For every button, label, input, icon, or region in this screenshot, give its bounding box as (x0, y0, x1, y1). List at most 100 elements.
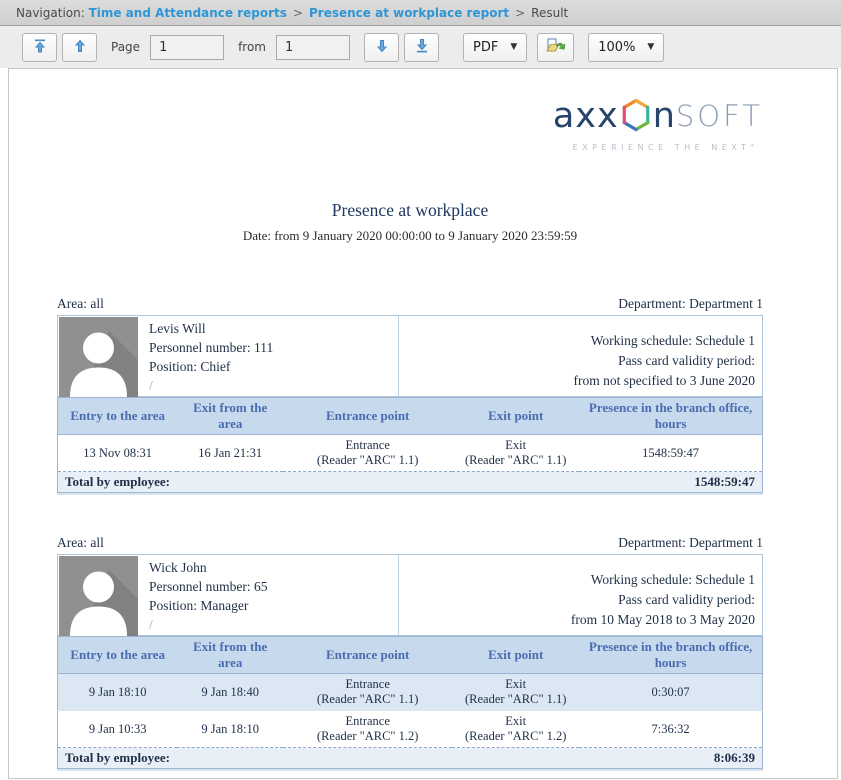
total-value: 1548:59:47 (579, 472, 762, 493)
section-header-row: Area: all Department: Department 1 (57, 535, 763, 551)
table-row: 13 Nov 08:31 16 Jan 21:31 Entrance(Reade… (58, 435, 763, 472)
column-header: Presence in the branch office, hours (579, 398, 762, 435)
column-header: Exit from the area (177, 398, 283, 435)
next-page-button[interactable] (364, 33, 399, 62)
schedule-line: Working schedule: Schedule 1 (591, 331, 755, 351)
entry-time-cell: 13 Nov 08:31 (58, 435, 178, 472)
column-header: Presence in the branch office, hours (579, 637, 762, 674)
table-header-row: Entry to the areaExit from the areaEntra… (58, 398, 763, 435)
total-label: Total by employee: (58, 748, 580, 769)
employee-position: Position: Chief (149, 357, 398, 376)
column-header: Entrance point (283, 637, 452, 674)
report-page: axx n SOFT EXPERIENCE THE NEXT° Presence… (9, 69, 837, 769)
exit-time-cell: 9 Jan 18:10 (177, 711, 283, 748)
exit-time-cell: 9 Jan 18:40 (177, 674, 283, 711)
arrow-up-icon (72, 38, 88, 57)
employee-info-box: Levis Will Personnel number: 111 Positio… (57, 315, 763, 397)
report-title: Presence at workplace (57, 200, 763, 221)
schedule-line: Pass card validity period: (618, 590, 755, 610)
avatar (58, 555, 139, 635)
page-label: Page (111, 40, 140, 54)
caret-down-icon: ▼ (510, 42, 517, 52)
employee-extra: / (149, 615, 398, 634)
employee-schedule: Working schedule: Schedule 1Pass card va… (399, 555, 762, 635)
schedule-line: from not specified to 3 June 2020 (574, 371, 755, 391)
employee-name: Levis Will (149, 319, 398, 338)
employee-extra: / (149, 376, 398, 395)
page-input[interactable] (150, 35, 224, 60)
breadcrumb-link-presence-report[interactable]: Presence at workplace report (309, 6, 509, 20)
zoom-value: 100% (598, 40, 635, 55)
total-row: Total by employee: 1548:59:47 (58, 472, 763, 493)
employee-section: Area: all Department: Department 1 Levis… (57, 296, 763, 493)
column-header: Exit point (452, 637, 579, 674)
schedule-line: from 10 May 2018 to 3 May 2020 (571, 610, 755, 630)
exit-point-cell: Exit(Reader "ARC" 1.1) (452, 674, 579, 711)
report-sections: Area: all Department: Department 1 Levis… (57, 296, 763, 769)
entrance-point-cell: Entrance(Reader "ARC" 1.1) (283, 435, 452, 472)
presence-hours-cell: 1548:59:47 (579, 435, 762, 472)
presence-hours-cell: 0:30:07 (579, 674, 762, 711)
zoom-select[interactable]: 100% ▼ (588, 33, 664, 62)
column-header: Entry to the area (58, 637, 178, 674)
column-header: Exit point (452, 398, 579, 435)
exit-time-cell: 16 Jan 21:31 (177, 435, 283, 472)
breadcrumb-separator: > (293, 6, 303, 20)
area-label: Area: all (57, 535, 104, 551)
logo-text-soft: SOFT (676, 102, 763, 131)
employee-details: Wick John Personnel number: 65 Position:… (139, 555, 399, 635)
table-row: 9 Jan 18:10 9 Jan 18:40 Entrance(Reader … (58, 674, 763, 711)
total-pages-field[interactable] (276, 35, 350, 60)
total-row: Total by employee: 8:06:39 (58, 748, 763, 769)
column-header: Entrance point (283, 398, 452, 435)
entry-time-cell: 9 Jan 18:10 (58, 674, 178, 711)
department-label: Department: Department 1 (618, 535, 763, 551)
employee-info-box: Wick John Personnel number: 65 Position:… (57, 554, 763, 636)
export-button[interactable] (537, 33, 574, 62)
entrance-point-cell: Entrance(Reader "ARC" 1.1) (283, 674, 452, 711)
exit-point-cell: Exit(Reader "ARC" 1.2) (452, 711, 579, 748)
column-header: Exit from the area (177, 637, 283, 674)
caret-down-icon: ▼ (647, 42, 654, 52)
total-value: 8:06:39 (579, 748, 762, 769)
employee-personnel-number: Personnel number: 65 (149, 577, 398, 596)
employee-section: Area: all Department: Department 1 Wick … (57, 535, 763, 769)
breadcrumb-current: Result (531, 6, 568, 20)
breadcrumb: Navigation: Time and Attendance reports … (0, 0, 841, 26)
employee-name: Wick John (149, 558, 398, 577)
section-header-row: Area: all Department: Department 1 (57, 296, 763, 312)
first-page-button[interactable] (22, 33, 57, 62)
arrow-down-to-line-icon (414, 38, 430, 57)
total-label: Total by employee: (58, 472, 580, 493)
previous-page-button[interactable] (62, 33, 97, 62)
department-label: Department: Department 1 (618, 296, 763, 312)
report-viewer-frame: axx n SOFT EXPERIENCE THE NEXT° Presence… (8, 68, 838, 779)
logo-tagline: EXPERIENCE THE NEXT° (573, 143, 763, 152)
arrow-up-to-line-icon (32, 38, 48, 57)
entry-time-cell: 9 Jan 10:33 (58, 711, 178, 748)
area-label: Area: all (57, 296, 104, 312)
breadcrumb-separator: > (515, 6, 525, 20)
from-label: from (238, 40, 266, 54)
axxonsoft-logo: axx n SOFT EXPERIENCE THE NEXT° (57, 97, 763, 152)
table-header-row: Entry to the areaExit from the areaEntra… (58, 637, 763, 674)
logo-text-axx: axx (553, 99, 619, 134)
breadcrumb-link-reports[interactable]: Time and Attendance reports (89, 6, 287, 20)
employee-schedule: Working schedule: Schedule 1Pass card va… (399, 316, 762, 396)
table-row: 9 Jan 10:33 9 Jan 18:10 Entrance(Reader … (58, 711, 763, 748)
report-date-range: Date: from 9 January 2020 00:00:00 to 9 … (57, 228, 763, 244)
export-format-select[interactable]: PDF ▼ (463, 33, 527, 62)
employee-personnel-number: Personnel number: 111 (149, 338, 398, 357)
employee-position: Position: Manager (149, 596, 398, 615)
last-page-button[interactable] (404, 33, 439, 62)
presence-hours-cell: 7:36:32 (579, 711, 762, 748)
report-toolbar: Page from PDF ▼ 100% ▼ (0, 26, 841, 68)
export-icon (546, 37, 566, 57)
schedule-line: Working schedule: Schedule 1 (591, 570, 755, 590)
employee-details: Levis Will Personnel number: 111 Positio… (139, 316, 399, 396)
logo-text-n: n (653, 99, 676, 134)
column-header: Entry to the area (58, 398, 178, 435)
avatar (58, 316, 139, 396)
presence-table: Entry to the areaExit from the areaEntra… (57, 636, 763, 769)
presence-table: Entry to the areaExit from the areaEntra… (57, 397, 763, 493)
